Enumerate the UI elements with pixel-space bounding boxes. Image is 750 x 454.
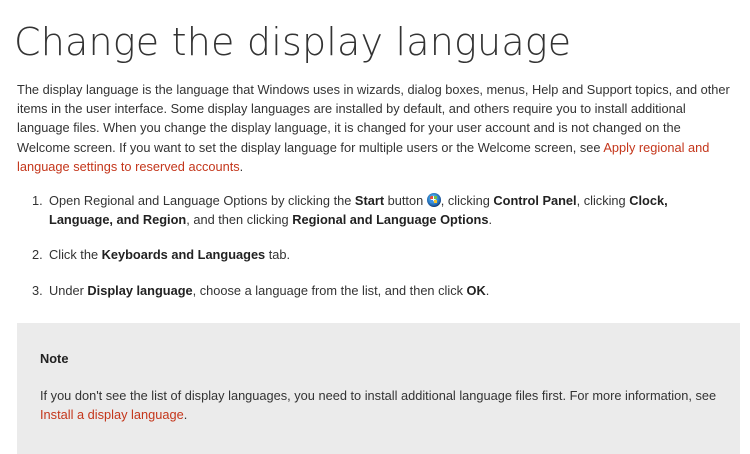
display-language-label: Display language	[87, 282, 193, 298]
step-text: button	[384, 193, 427, 208]
step-text: Click the	[49, 247, 102, 263]
step-text: , clicking	[440, 193, 494, 208]
start-label: Start	[354, 193, 385, 208]
intro-end: .	[239, 158, 244, 174]
step-number: 2.	[32, 247, 43, 263]
regional-language-options-label: Regional and Language Options	[292, 212, 489, 228]
windows-start-orb-icon	[426, 193, 441, 207]
step-text: Under	[49, 282, 88, 298]
intro-paragraph: The display language is the language tha…	[17, 80, 735, 176]
install-display-language-link[interactable]: Install a display language	[40, 407, 184, 422]
step-number: 1.	[32, 193, 43, 208]
steps-list: 1. Open Regional and Language Options by…	[17, 191, 735, 316]
control-panel-label: Control Panel	[493, 193, 577, 208]
step-text: , choose a language from the list, and t…	[192, 282, 467, 298]
note-text: If you don't see the list of display lan…	[40, 386, 718, 424]
note-body: If you don't see the list of display lan…	[40, 388, 717, 403]
step-text: .	[485, 282, 490, 298]
step-text: tab.	[265, 247, 291, 263]
note-box: Note If you don't see the list of displa…	[17, 323, 740, 454]
step-2: 2. Click the Keyboards and Languages tab…	[17, 245, 735, 264]
step-text: Open Regional and Language Options by cl…	[49, 193, 355, 208]
ok-label: OK	[466, 282, 486, 298]
step-3: 3. Under Display language, choose a lang…	[17, 281, 735, 300]
step-number: 3.	[32, 282, 43, 298]
step-1: 1. Open Regional and Language Options by…	[17, 191, 735, 229]
step-text: .	[488, 212, 493, 228]
note-title: Note	[40, 351, 69, 366]
keyboards-languages-label: Keyboards and Languages	[101, 247, 266, 263]
note-end: .	[183, 407, 188, 423]
page-title: Change the display language	[14, 20, 572, 64]
step-text: , clicking	[576, 193, 630, 208]
step-text: , and then clicking	[186, 212, 293, 228]
